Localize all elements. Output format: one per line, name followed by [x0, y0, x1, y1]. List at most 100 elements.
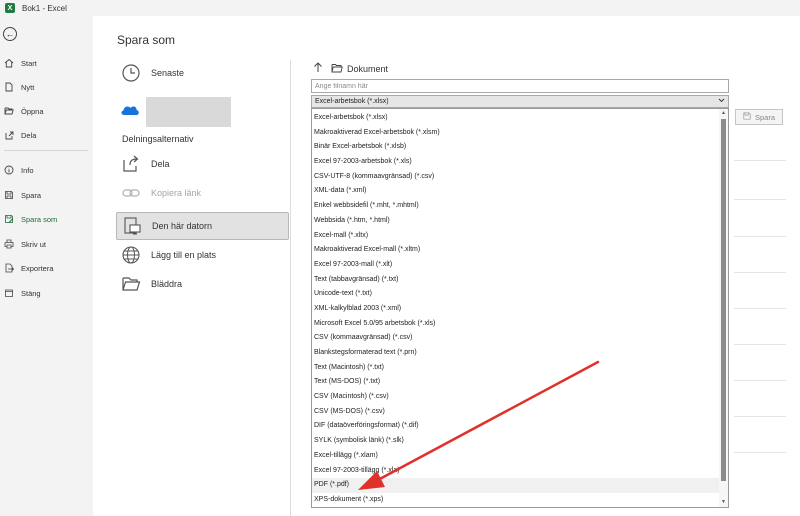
save-icon — [743, 112, 751, 122]
close-document-icon — [4, 288, 14, 298]
save-button-label: Spara — [754, 112, 775, 122]
nav-item-share[interactable]: Dela — [0, 125, 93, 145]
title-bar: X Bok1 - Excel — [0, 0, 800, 16]
nav-item-start[interactable]: Start — [0, 53, 93, 73]
onedrive-account[interactable] — [120, 97, 231, 127]
nav-item-export[interactable]: Exportera — [0, 258, 93, 278]
folder-icon — [331, 63, 343, 75]
print-icon — [4, 239, 14, 249]
nav-label: Stäng — [21, 288, 41, 298]
filetype-select[interactable]: Excel-arbetsbok (*.xlsx) — [311, 95, 729, 108]
location-label: Lägg till en plats — [151, 250, 217, 260]
filetype-option[interactable]: CSV (MS-DOS) (*.csv) — [312, 405, 720, 420]
link-icon — [121, 183, 141, 203]
save-icon — [4, 190, 14, 200]
filetype-option[interactable]: XML-kalkylblad 2003 (*.xml) — [312, 302, 720, 317]
location-label: Dela — [151, 159, 170, 169]
location-this-pc[interactable]: Den här datorn — [116, 212, 289, 240]
filetype-options: Excel-arbetsbok (*.xlsx) Makroaktiverad E… — [312, 111, 720, 508]
nav-item-close[interactable]: Stäng — [0, 283, 93, 303]
location-browse[interactable]: Bläddra — [116, 270, 289, 298]
backstage-nav: ← Start Nytt Öppna Dela Info Spara Spara… — [0, 16, 93, 516]
save-as-icon — [4, 214, 14, 224]
nav-label: Spara som — [21, 214, 58, 224]
filetype-option[interactable]: Text (tabbavgränsad) (*.txt) — [312, 273, 720, 288]
nav-label: Öppna — [21, 106, 44, 116]
nav-divider — [4, 150, 88, 151]
filetype-dropdown[interactable]: Excel-arbetsbok (*.xlsx) Makroaktiverad E… — [311, 108, 729, 508]
filetype-selected-value: Excel-arbetsbok (*.xlsx) — [315, 98, 389, 105]
excel-logo-icon: X — [5, 3, 15, 13]
filetype-option[interactable]: Text (Macintosh) (*.txt) — [312, 361, 720, 376]
nav-item-open[interactable]: Öppna — [0, 101, 93, 121]
filetype-option[interactable]: Binär Excel-arbetsbok (*.xlsb) — [312, 140, 720, 155]
new-document-icon — [4, 82, 14, 92]
info-icon — [4, 165, 14, 175]
nav-label: Spara — [21, 190, 42, 200]
filetype-option[interactable]: SYLK (symbolisk länk) (*.slk) — [312, 434, 720, 449]
export-icon — [4, 263, 14, 273]
filetype-option[interactable]: Makroaktiverad Excel-arbetsbok (*.xlsm) — [312, 126, 720, 141]
nav-label: Info — [21, 165, 34, 175]
filetype-option[interactable]: Blankstegsformaterad text (*.prn) — [312, 346, 720, 361]
location-recent[interactable]: Senaste — [116, 59, 289, 87]
scroll-thumb[interactable] — [721, 119, 726, 481]
save-button[interactable]: Spara — [735, 109, 783, 125]
filetype-option[interactable]: Microsoft Excel 5.0/95 arbetsbok (*.xls) — [312, 317, 720, 332]
home-icon — [4, 58, 14, 68]
filetype-option[interactable]: Excel 97-2003-tillägg (*.xla) — [312, 464, 720, 479]
location-label: Bläddra — [151, 279, 183, 289]
filename-input[interactable] — [311, 79, 729, 93]
share-icon — [121, 154, 141, 174]
clock-icon — [121, 63, 141, 83]
scroll-down-icon[interactable]: ▼ — [719, 498, 728, 507]
column-divider — [290, 60, 291, 516]
nav-label: Exportera — [21, 263, 54, 273]
filetype-option[interactable]: DIF (dataöverföringsformat) (*.dif) — [312, 419, 720, 434]
filetype-option[interactable]: CSV (Macintosh) (*.csv) — [312, 390, 720, 405]
nav-label: Start — [21, 58, 37, 68]
filetype-option[interactable]: Enkel webbsidefil (*.mht, *.mhtml) — [312, 199, 720, 214]
nav-item-info[interactable]: Info — [0, 160, 93, 180]
nav-item-save[interactable]: Spara — [0, 185, 93, 205]
folder-icon — [121, 274, 141, 294]
filetype-option[interactable]: CSV (kommaavgränsad) (*.csv) — [312, 331, 720, 346]
filetype-option[interactable]: Excel 97-2003-mall (*.xlt) — [312, 258, 720, 273]
filetype-option[interactable]: CSV-UTF-8 (kommaavgränsad) (*.csv) — [312, 170, 720, 185]
filetype-option[interactable]: Unicode-text (*.txt) — [312, 287, 720, 302]
folder-open-icon — [4, 106, 14, 116]
location-copy-link[interactable]: Kopiera länk — [116, 179, 289, 207]
sharing-section-label: Delningsalternativ — [122, 134, 194, 144]
breadcrumb-folder[interactable]: Dokument — [347, 64, 388, 74]
filetype-option[interactable]: Excel-tillägg (*.xlam) — [312, 449, 720, 464]
location-add-place[interactable]: Lägg till en plats — [116, 241, 289, 269]
nav-item-print[interactable]: Skriv ut — [0, 234, 93, 254]
filetype-option[interactable]: Excel 97-2003-arbetsbok (*.xls) — [312, 155, 720, 170]
nav-label: Dela — [21, 130, 37, 140]
dropdown-scrollbar[interactable]: ▲ ▼ — [719, 109, 728, 507]
filetype-option[interactable]: Text (MS-DOS) (*.txt) — [312, 375, 720, 390]
location-label: Senaste — [151, 68, 185, 78]
back-arrow-icon[interactable]: ← — [3, 27, 17, 41]
nav-item-new[interactable]: Nytt — [0, 77, 93, 97]
filetype-option[interactable]: Excel-mall (*.xltx) — [312, 229, 720, 244]
filetype-option[interactable]: XPS-dokument (*.xps) — [312, 493, 720, 508]
onedrive-cloud-icon — [120, 103, 140, 122]
filetype-option[interactable]: Webbsida (*.htm, *.html) — [312, 214, 720, 229]
globe-icon — [121, 245, 141, 265]
filetype-option[interactable]: Makroaktiverad Excel-mall (*.xltm) — [312, 243, 720, 258]
page-title: Spara som — [117, 33, 176, 47]
scroll-up-icon[interactable]: ▲ — [719, 109, 728, 118]
filetype-option[interactable]: PDF (*.pdf) — [312, 478, 720, 493]
nav-item-save-as[interactable]: Spara som — [0, 209, 93, 229]
location-label: Den här datorn — [152, 221, 213, 231]
filetype-option[interactable]: Excel-arbetsbok (*.xlsx) — [312, 111, 720, 126]
nav-label: Nytt — [21, 82, 35, 92]
location-share[interactable]: Dela — [116, 150, 289, 178]
share-icon — [4, 130, 14, 140]
up-arrow-icon[interactable] — [313, 62, 323, 75]
computer-icon — [122, 216, 142, 236]
nav-label: Skriv ut — [21, 239, 47, 249]
window-title: Bok1 - Excel — [22, 3, 67, 13]
filetype-option[interactable]: XML-data (*.xml) — [312, 184, 720, 199]
